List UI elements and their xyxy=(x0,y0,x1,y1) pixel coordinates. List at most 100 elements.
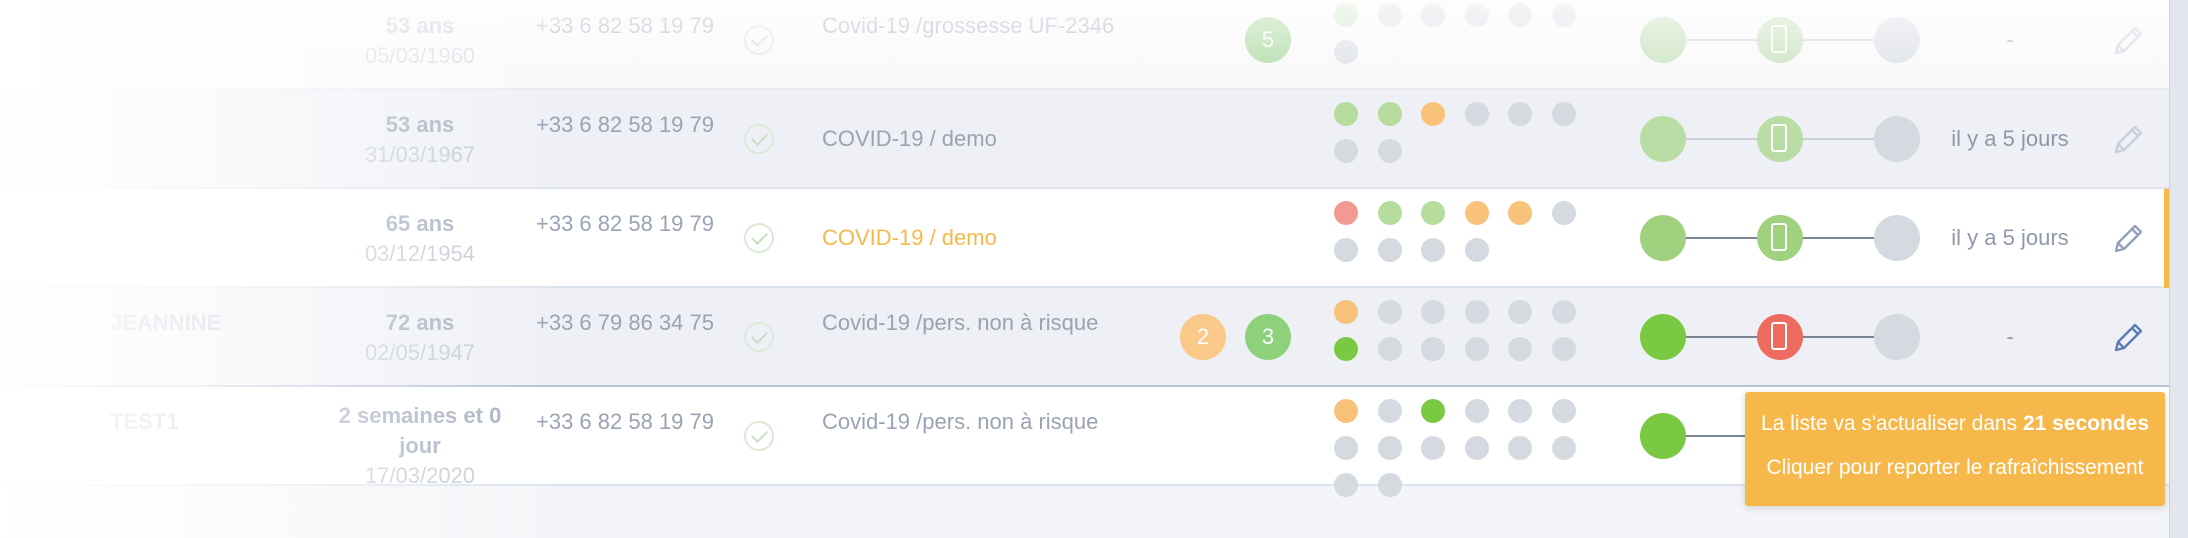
device-status-node[interactable] xyxy=(1757,314,1803,360)
questionnaire-status-dot[interactable] xyxy=(1421,102,1445,126)
questionnaire-status-dot[interactable] xyxy=(1551,102,1576,126)
birth-date: 03/12/1954 xyxy=(364,241,476,266)
patient-age: 65 ans 03/12/1954 xyxy=(320,209,520,269)
status-node[interactable] xyxy=(1640,314,1686,360)
phone-number: +33 6 82 58 19 79 xyxy=(536,211,714,236)
questionnaire-status-dot[interactable] xyxy=(1551,300,1576,324)
questionnaire-status-dot[interactable] xyxy=(1334,337,1358,361)
questionnaire-status-dot[interactable] xyxy=(1334,238,1358,262)
questionnaire-status-dot[interactable] xyxy=(1508,3,1532,27)
edit-pencil-icon[interactable] xyxy=(2108,120,2148,160)
toast-countdown-value: 21 secondes xyxy=(2022,412,2150,435)
edit-pencil-icon[interactable] xyxy=(2108,219,2148,259)
questionnaire-status-dot[interactable] xyxy=(1377,139,1402,163)
mobile-phone-icon xyxy=(1771,25,1787,53)
questionnaire-status-dot[interactable] xyxy=(1464,399,1489,423)
questionnaire-status-dot[interactable] xyxy=(1464,201,1489,225)
questionnaire-status-dot[interactable] xyxy=(1551,201,1576,225)
questionnaire-status-dot[interactable] xyxy=(1377,102,1402,126)
alert-count-badge[interactable]: 3 xyxy=(1245,314,1291,360)
edit-pencil-icon[interactable] xyxy=(2108,21,2148,61)
questionnaire-status-dot[interactable] xyxy=(1551,399,1576,423)
device-status-node[interactable] xyxy=(1757,17,1803,63)
questionnaire-status-dot[interactable] xyxy=(1551,436,1576,460)
questionnaire-status-dot[interactable] xyxy=(1334,201,1358,225)
questionnaire-status-dot[interactable] xyxy=(1464,102,1489,126)
status-node[interactable] xyxy=(1874,17,1920,63)
questionnaire-status-dot[interactable] xyxy=(1377,201,1402,225)
questionnaire-status-dot[interactable] xyxy=(1377,436,1402,460)
table-row[interactable]: 65 ans 03/12/1954 +33 6 82 58 19 79 COVID-1… xyxy=(0,189,2170,288)
alert-count-badge[interactable]: 5 xyxy=(1245,17,1291,63)
status-node[interactable] xyxy=(1874,314,1920,360)
status-node[interactable] xyxy=(1874,116,1920,162)
questionnaire-status-dot[interactable] xyxy=(1551,3,1576,27)
mobile-phone-icon xyxy=(1771,223,1787,251)
questionnaire-status-dot[interactable] xyxy=(1334,40,1358,64)
patient-age: 72 ans 02/05/1947 xyxy=(320,308,520,368)
table-row[interactable]: JEANNINE 72 ans 02/05/1947 +33 6 79 86 34 7… xyxy=(0,288,2170,387)
last-activity: - xyxy=(2006,27,2014,52)
questionnaire-status-dot[interactable] xyxy=(1377,238,1402,262)
edit-pencil-icon[interactable] xyxy=(2108,318,2148,358)
questionnaire-status-dot[interactable] xyxy=(1421,436,1445,460)
toast-countdown-text: La liste va s'actualiser dans 21 seconde… xyxy=(1760,412,2150,435)
age-value: 2 semaines et 0 jour xyxy=(338,403,502,458)
questionnaire-status-dot[interactable] xyxy=(1334,399,1358,423)
questionnaire-status-dot[interactable] xyxy=(1421,399,1445,423)
questionnaire-status-dot[interactable] xyxy=(1508,300,1532,324)
questionnaire-status-dot[interactable] xyxy=(1464,337,1489,361)
device-status-node[interactable] xyxy=(1757,116,1803,162)
questionnaire-status-dot[interactable] xyxy=(1334,3,1358,27)
phone-number: +33 6 79 86 34 75 xyxy=(536,310,714,335)
questionnaire-status-dot[interactable] xyxy=(1421,3,1445,27)
questionnaire-status-dot[interactable] xyxy=(1464,3,1489,27)
questionnaire-status-dot[interactable] xyxy=(1377,473,1402,497)
patient-age: 2 semaines et 0 jour 17/03/2020 xyxy=(320,401,520,491)
questionnaire-status-dot[interactable] xyxy=(1334,436,1358,460)
questionnaire-status-dot[interactable] xyxy=(1421,201,1445,225)
table-row[interactable]: 53 ans 31/03/1967 +33 6 82 58 19 79 COVID-1… xyxy=(0,90,2170,189)
phone-number: +33 6 82 58 19 79 xyxy=(536,112,714,137)
patient-name: TEST1 xyxy=(110,409,179,434)
questionnaire-status-dot[interactable] xyxy=(1551,337,1576,361)
status-node[interactable] xyxy=(1640,215,1686,261)
alert-count-badge[interactable]: 2 xyxy=(1180,314,1226,360)
questionnaire-status-dot[interactable] xyxy=(1464,436,1489,460)
questionnaire-status-dot[interactable] xyxy=(1377,337,1402,361)
protocol-name: COVID-19 / demo xyxy=(822,225,997,250)
status-node[interactable] xyxy=(1640,17,1686,63)
questionnaire-status-dot[interactable] xyxy=(1334,139,1358,163)
status-node[interactable] xyxy=(1874,215,1920,261)
table-row[interactable]: 53 ans 05/03/1960 +33 6 82 58 19 79 Covid-1… xyxy=(0,0,2170,90)
scrollbar-track[interactable] xyxy=(2169,0,2188,538)
questionnaire-status-dot[interactable] xyxy=(1334,300,1358,324)
birth-date: 05/03/1960 xyxy=(364,43,476,68)
questionnaire-status-dot[interactable] xyxy=(1464,238,1489,262)
questionnaire-status-dot[interactable] xyxy=(1377,300,1402,324)
questionnaire-status-dot[interactable] xyxy=(1421,300,1445,324)
questionnaire-status-dot[interactable] xyxy=(1508,102,1532,126)
questionnaire-status-dot[interactable] xyxy=(1464,300,1489,324)
questionnaire-status-dot[interactable] xyxy=(1508,337,1532,361)
questionnaire-status-dot[interactable] xyxy=(1377,399,1402,423)
phone-number: +33 6 82 58 19 79 xyxy=(536,13,714,38)
age-value: 53 ans xyxy=(385,13,455,38)
protocol-name: Covid-19 /grossesse UF-2346 xyxy=(822,13,1115,38)
questionnaire-status-dot[interactable] xyxy=(1508,399,1532,423)
questionnaire-status-dot[interactable] xyxy=(1377,3,1402,27)
questionnaire-status-dot[interactable] xyxy=(1421,337,1445,361)
mobile-phone-icon xyxy=(1771,322,1787,350)
status-node[interactable] xyxy=(1640,116,1686,162)
protocol-name: Covid-19 /pers. non à risque xyxy=(822,310,1099,335)
questionnaire-status-dot[interactable] xyxy=(1508,201,1532,225)
refresh-toast[interactable]: La liste va s'actualiser dans 21 seconde… xyxy=(1745,392,2165,506)
protocol-name: COVID-19 / demo xyxy=(822,126,997,151)
mobile-phone-icon xyxy=(1771,124,1787,152)
status-node[interactable] xyxy=(1640,413,1686,459)
questionnaire-status-dot[interactable] xyxy=(1421,238,1445,262)
questionnaire-status-dot[interactable] xyxy=(1334,102,1358,126)
questionnaire-status-dot[interactable] xyxy=(1508,436,1532,460)
questionnaire-status-dot[interactable] xyxy=(1334,473,1358,497)
device-status-node[interactable] xyxy=(1757,215,1803,261)
